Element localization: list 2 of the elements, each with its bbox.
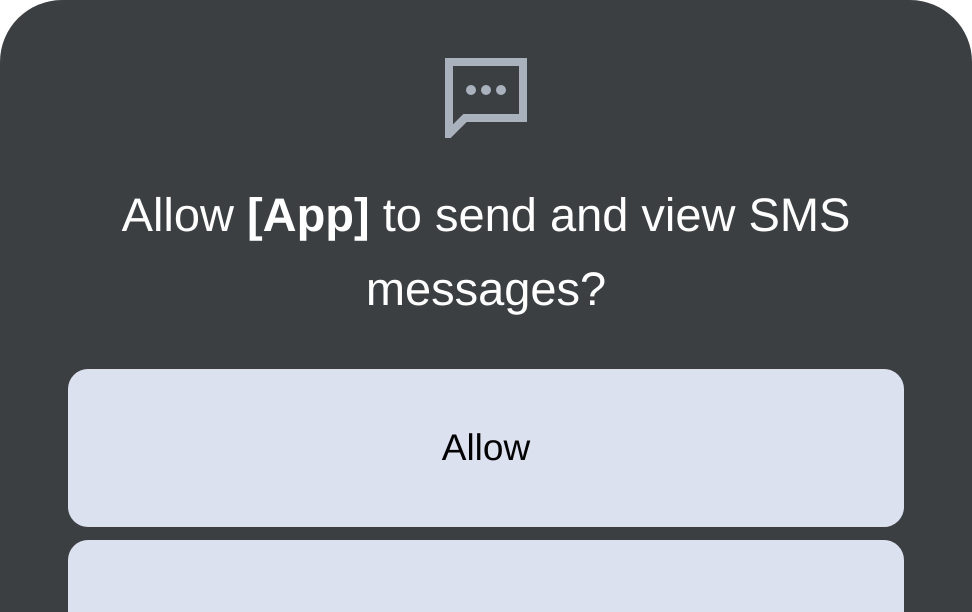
allow-button[interactable]: Allow	[68, 369, 904, 527]
dialog-title: Allow [App] to send and view SMS messages?	[120, 187, 852, 317]
